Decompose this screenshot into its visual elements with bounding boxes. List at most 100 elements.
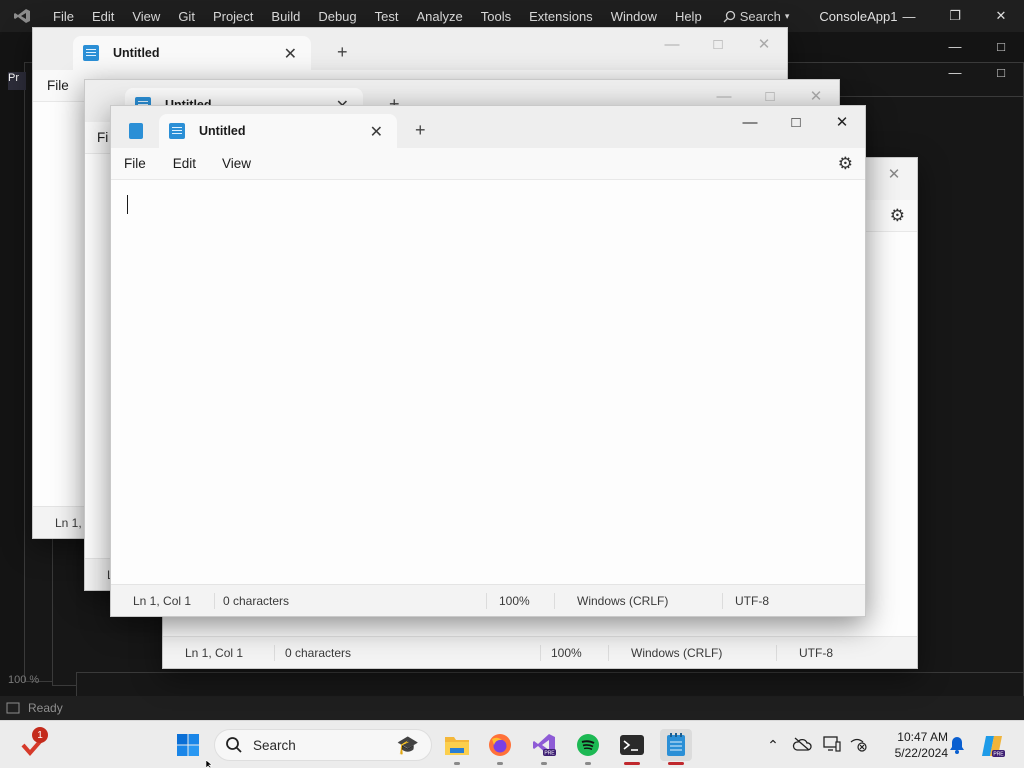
vs-menu-view[interactable]: View (123, 9, 169, 24)
zoom-level[interactable]: 100% (541, 644, 609, 661)
minimize-icon[interactable]: — (886, 0, 932, 32)
onedrive-offline-icon[interactable] (786, 737, 818, 754)
new-tab-icon[interactable]: + (415, 120, 426, 141)
spotify-icon (577, 734, 599, 756)
taskbar-clock[interactable]: 10:47 AM 5/22/2024 (880, 729, 948, 761)
system-tray: ⌃ (760, 721, 870, 768)
taskbar-visual-studio-preview[interactable]: PRE (528, 729, 560, 765)
notepad-menubar: File Edit View (111, 148, 865, 180)
maximize-icon[interactable]: □ (695, 28, 741, 60)
vs-left-tab[interactable]: Pr (8, 72, 26, 90)
notification-bell-icon[interactable] (948, 735, 968, 755)
notepad-statusbar: Ln 1, Col 1 0 characters 100% Windows (C… (163, 636, 917, 668)
running-indicator (497, 762, 503, 765)
menu-edit[interactable]: Edit (158, 156, 208, 171)
minimize-icon[interactable]: — (649, 28, 695, 60)
taskbar-firefox[interactable] (484, 729, 516, 765)
notepad-window-active[interactable]: Untitled ✕ + — □ ✕ File Edit View ⚙ Ln 1… (110, 105, 866, 617)
clock-time: 10:47 AM (897, 730, 948, 744)
taskbar-notepad[interactable] (660, 729, 692, 765)
taskbar-file-explorer[interactable] (441, 729, 473, 765)
vs-menu-build[interactable]: Build (262, 9, 309, 24)
notepad-titlebar[interactable]: Untitled ✕ + — □ ✕ (33, 28, 787, 70)
character-count: 0 characters (275, 644, 541, 661)
settings-gear-icon[interactable]: ⚙ (890, 206, 905, 226)
vs-inner-window-controls-2: — □ (932, 60, 1024, 84)
vs-menu-file[interactable]: File (44, 9, 83, 24)
minimize-icon[interactable]: — (932, 34, 978, 58)
search-icon (723, 10, 735, 22)
zoom-level[interactable]: 100% (487, 592, 555, 609)
taskbar-search-label: Search (253, 737, 296, 753)
firefox-icon (489, 734, 511, 756)
tab-title: Untitled (113, 46, 160, 60)
restore-icon[interactable]: ❐ (932, 0, 978, 32)
vs-menu-test[interactable]: Test (366, 9, 408, 24)
taskbar-search-box[interactable]: Search 🎓 (214, 729, 432, 761)
maximize-icon[interactable]: □ (978, 34, 1024, 58)
vs-window-controls: — ❐ ✕ (886, 0, 1024, 32)
chevron-up-icon[interactable]: ⌃ (760, 737, 786, 754)
start-button[interactable] (172, 729, 204, 761)
maximize-icon[interactable]: □ (773, 106, 819, 138)
encoding[interactable]: UTF-8 (723, 593, 781, 609)
line-ending[interactable]: Windows (CRLF) (555, 592, 723, 609)
running-indicator (454, 762, 460, 765)
vs-menu-window[interactable]: Window (602, 9, 666, 24)
close-tab-icon[interactable]: ✕ (370, 122, 383, 142)
running-indicator (541, 762, 547, 765)
close-icon[interactable]: ✕ (741, 28, 787, 60)
vs-search-box[interactable]: Search ▾ (723, 9, 790, 24)
notepad-icon (83, 45, 99, 61)
app-notification-icon[interactable]: 1 (20, 727, 48, 759)
display-icon[interactable] (818, 735, 846, 755)
taskbar-terminal[interactable] (616, 729, 648, 765)
copilot-icon[interactable]: PRE (980, 733, 1006, 759)
notepad-tab[interactable]: Untitled ✕ (73, 36, 311, 70)
vs-zoom-level[interactable]: 100 % (8, 674, 39, 686)
vs-menu-tools[interactable]: Tools (472, 9, 520, 24)
mouse-cursor-icon (206, 760, 213, 768)
taskbar: 1 Search 🎓 PRE ⌃ 10:47 AM 5/22/2024 PRE (0, 720, 1024, 768)
menu-file[interactable]: File (43, 78, 81, 93)
maximize-icon[interactable]: □ (978, 60, 1024, 84)
encoding[interactable]: UTF-8 (777, 645, 845, 661)
notepad-window-controls: — □ ✕ (727, 106, 865, 138)
vs-inner-window-controls: — □ (932, 34, 1024, 58)
notepad-icon (667, 733, 685, 756)
graduation-cap-icon: 🎓 (396, 734, 419, 755)
menu-view[interactable]: View (208, 156, 263, 171)
running-indicator (668, 762, 684, 765)
vs-menu-debug[interactable]: Debug (309, 9, 365, 24)
menu-file[interactable]: File (121, 156, 158, 171)
close-icon[interactable]: ✕ (978, 0, 1024, 32)
text-cursor (127, 195, 128, 214)
clock-date: 5/22/2024 (894, 746, 948, 760)
svg-text:PRE: PRE (544, 751, 555, 757)
close-icon[interactable]: ✕ (871, 158, 917, 190)
notepad-titlebar[interactable]: Untitled ✕ + — □ ✕ (111, 106, 865, 148)
vs-menu-analyze[interactable]: Analyze (407, 9, 471, 24)
chevron-down-icon: ▾ (784, 10, 790, 21)
minimize-icon[interactable]: — (932, 60, 978, 84)
line-ending[interactable]: Windows (CRLF) (609, 644, 777, 661)
vs-menu-edit[interactable]: Edit (83, 9, 123, 24)
vs-menu-project[interactable]: Project (204, 9, 262, 24)
vs-menu-extensions[interactable]: Extensions (520, 9, 602, 24)
taskbar-spotify[interactable] (572, 729, 604, 765)
notification-badge: 1 (32, 727, 48, 743)
vs-menu-git[interactable]: Git (169, 9, 204, 24)
minimize-icon[interactable]: — (727, 106, 773, 138)
notepad-editor[interactable] (111, 180, 865, 584)
new-tab-icon[interactable]: + (337, 42, 348, 63)
vs-menu-help[interactable]: Help (666, 9, 711, 24)
visual-studio-preview-icon: PRE (533, 734, 556, 757)
notepad-window-controls: — □ ✕ (649, 28, 787, 60)
notepad-tab[interactable]: Untitled ✕ (159, 114, 397, 148)
tab-title: Untitled (199, 124, 246, 138)
settings-gear-icon[interactable]: ⚙ (838, 154, 853, 174)
close-icon[interactable]: ✕ (819, 106, 865, 138)
network-disconnected-icon[interactable] (846, 736, 870, 755)
cursor-position: Ln 1, Col 1 (111, 592, 215, 609)
close-tab-icon[interactable]: ✕ (284, 44, 297, 64)
